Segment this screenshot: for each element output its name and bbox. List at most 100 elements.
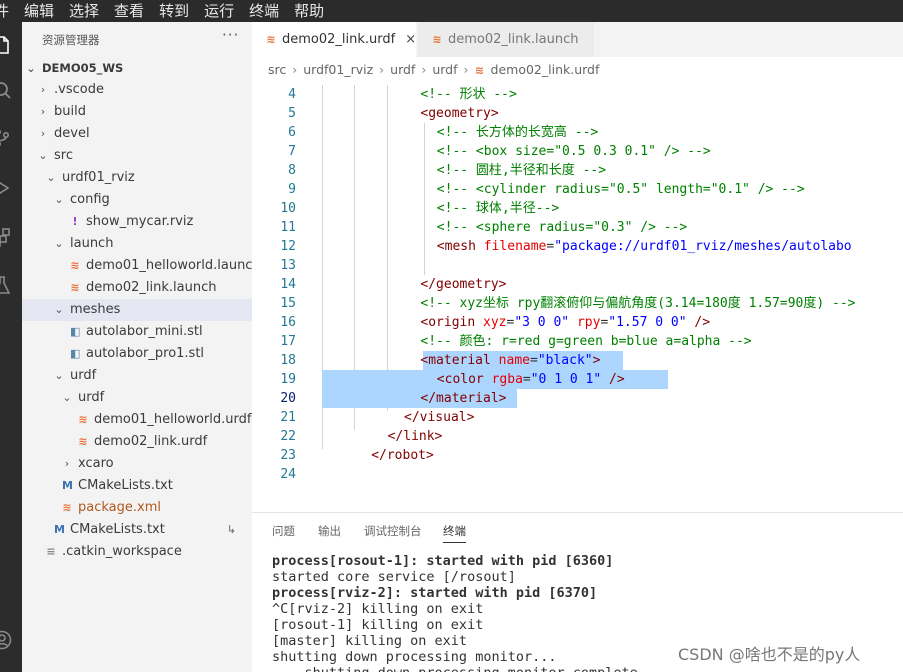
file-item[interactable]: ≋ package.xml: [22, 497, 252, 519]
line-text: </link>: [388, 427, 443, 446]
terminal-line: process[rosout-1]: started with pid [636…: [272, 553, 614, 569]
tree-item-label: demo02_link.launch: [86, 280, 217, 295]
breadcrumb-item[interactable]: urdf: [432, 62, 457, 77]
tab-demo02-link-urdf[interactable]: ≋ demo02_link.urdf ×: [252, 22, 416, 57]
code-line: 11 <!-- <sphere radius="0.3" /> -->: [252, 218, 903, 237]
folder-item[interactable]: ⌄ urdf: [22, 387, 252, 409]
cmake-icon: M: [62, 479, 73, 492]
code-line: 14 </geometry>: [252, 275, 903, 294]
line-number: 8: [288, 163, 296, 178]
code-token: "1.57 0 0": [608, 315, 687, 330]
test-icon[interactable]: [0, 274, 14, 298]
folder-item[interactable]: ⌄ urdf: [22, 365, 252, 387]
menu-go[interactable]: 转到: [159, 0, 189, 22]
menu-selection[interactable]: 选择: [69, 0, 99, 22]
code-line: 7 <!-- <box size="0.5 0.3 0.1" /> -->: [252, 142, 903, 161]
tree-item-label: show_mycar.rviz: [86, 214, 194, 229]
code-token: </robot>: [371, 448, 434, 463]
folder-item[interactable]: ⌄ config: [22, 189, 252, 211]
file-item[interactable]: ≋ demo02_link.urdf: [22, 431, 252, 453]
folder-item[interactable]: › .vscode: [22, 79, 252, 101]
file-item[interactable]: ! show_mycar.rviz: [22, 211, 252, 233]
chevron-right-icon: ›: [292, 62, 298, 77]
menu-terminal[interactable]: 终端: [249, 0, 279, 22]
tab-demo02-link-launch[interactable]: ≋ demo02_link.launch: [418, 22, 594, 57]
line-number: 6: [288, 125, 296, 140]
code-token: <origin: [420, 315, 484, 330]
source-control-icon[interactable]: [0, 126, 14, 150]
rss-icon: ≋: [78, 435, 88, 448]
terminal-line: [master] killing on exit: [272, 633, 468, 649]
rss-icon: ≋: [432, 33, 442, 46]
explorer-more-button[interactable]: ···: [222, 26, 239, 44]
menu-run[interactable]: 运行: [204, 0, 234, 22]
tab-label: demo02_link.launch: [448, 32, 579, 47]
extensions-icon[interactable]: [0, 226, 14, 250]
code-line: 18 <material name="black">: [252, 351, 903, 370]
folder-item[interactable]: ⌄ launch: [22, 233, 252, 255]
breadcrumb-item[interactable]: demo02_link.urdf: [491, 62, 600, 77]
tree-item-label: CMakeLists.txt: [70, 522, 165, 537]
terminal-line: ^C[rviz-2] killing on exit: [272, 601, 484, 617]
breadcrumb-item[interactable]: src: [268, 62, 286, 77]
file-item[interactable]: ≋ demo02_link.launch: [22, 277, 252, 299]
file-item[interactable]: ≡ .catkin_workspace: [22, 541, 252, 563]
code-editor[interactable]: 4 <!-- 形状 --> 5 <geometry> 6 <!-- 长方体的长宽高 -->…: [252, 85, 903, 485]
code-line: 9 <!-- <cylinder radius="0.5" length="0.1…: [252, 180, 903, 199]
file-item[interactable]: ≋ demo01_helloworld.urdf: [22, 409, 252, 431]
folder-item[interactable]: ⌄ meshes: [22, 299, 252, 321]
files-icon[interactable]: [0, 34, 14, 58]
tree-item-label: package.xml: [78, 500, 161, 515]
code-token: <!-- xyz坐标 rpy翻滚俯仰与偏航角度(3.14=180度 1.57=9…: [420, 296, 856, 311]
chevron-right-icon: ›: [40, 105, 46, 118]
file-item[interactable]: ≋ demo01_helloworld.launch: [22, 255, 252, 277]
line-text: <material name="black">: [420, 351, 600, 370]
code-token: />: [686, 315, 711, 330]
file-item[interactable]: ◧ autolabor_pro1.stl: [22, 343, 252, 365]
close-icon[interactable]: ×: [405, 32, 416, 47]
workspace-header[interactable]: ⌄ DEMO05_WS: [22, 57, 252, 79]
breadcrumb-item[interactable]: urdf01_rviz: [303, 62, 373, 77]
menu-view[interactable]: 查看: [114, 0, 144, 22]
terminal-line: started core service [/rosout]: [272, 569, 516, 585]
code-token: filename: [483, 239, 547, 254]
menu-file[interactable]: 件: [0, 0, 9, 22]
file-item[interactable]: ◧ autolabor_mini.stl: [22, 321, 252, 343]
file-item[interactable]: M CMakeLists.txt: [22, 475, 252, 497]
line-number: 21: [280, 410, 296, 425]
code-token: <!-- 长方体的长宽高 -->: [436, 125, 599, 140]
rss-icon: ≋: [70, 259, 80, 272]
tab-output[interactable]: 输出: [318, 523, 341, 539]
folder-item[interactable]: › build: [22, 101, 252, 123]
code-token: "package://urdf01_rviz/meshes/autolabo: [554, 239, 852, 254]
code-token: xyz: [483, 315, 507, 330]
code-line: 22 </link>: [252, 427, 903, 446]
terminal-output[interactable]: process[rosout-1]: started with pid [636…: [272, 553, 638, 672]
folder-item[interactable]: ⌄ urdf01_rviz: [22, 167, 252, 189]
code-line: 4 <!-- 形状 -->: [252, 85, 903, 104]
tab-terminal[interactable]: 终端: [443, 523, 466, 543]
line-number: 11: [280, 220, 296, 235]
tree-item-label: src: [54, 148, 73, 163]
account-icon[interactable]: [0, 628, 14, 652]
menu-help[interactable]: 帮助: [294, 0, 324, 22]
code-token: <geometry>: [420, 106, 499, 121]
folder-item[interactable]: ⌄ src: [22, 145, 252, 167]
code-token: </material>: [420, 391, 507, 406]
run-debug-icon[interactable]: [0, 176, 14, 200]
file-item[interactable]: M CMakeLists.txt ↳: [22, 519, 252, 541]
terminal-line: process[rviz-2]: started with pid [6370]: [272, 585, 598, 601]
chevron-right-icon: ›: [421, 62, 427, 77]
breadcrumb-item[interactable]: urdf: [390, 62, 415, 77]
tab-problems[interactable]: 问题: [272, 523, 295, 539]
code-token: rgba: [491, 372, 523, 387]
line-text: <mesh filename="package://urdf01_rviz/me…: [437, 237, 852, 256]
folder-item[interactable]: › devel: [22, 123, 252, 145]
menu-edit[interactable]: 编辑: [24, 0, 54, 22]
tab-debug-console[interactable]: 调试控制台: [364, 523, 422, 539]
folder-item[interactable]: › xcaro: [22, 453, 252, 475]
link-badge-icon: ↳: [226, 523, 236, 536]
search-icon[interactable]: [0, 78, 14, 102]
code-token: name: [498, 353, 530, 368]
tree-item-label: demo01_helloworld.urdf: [94, 412, 252, 427]
